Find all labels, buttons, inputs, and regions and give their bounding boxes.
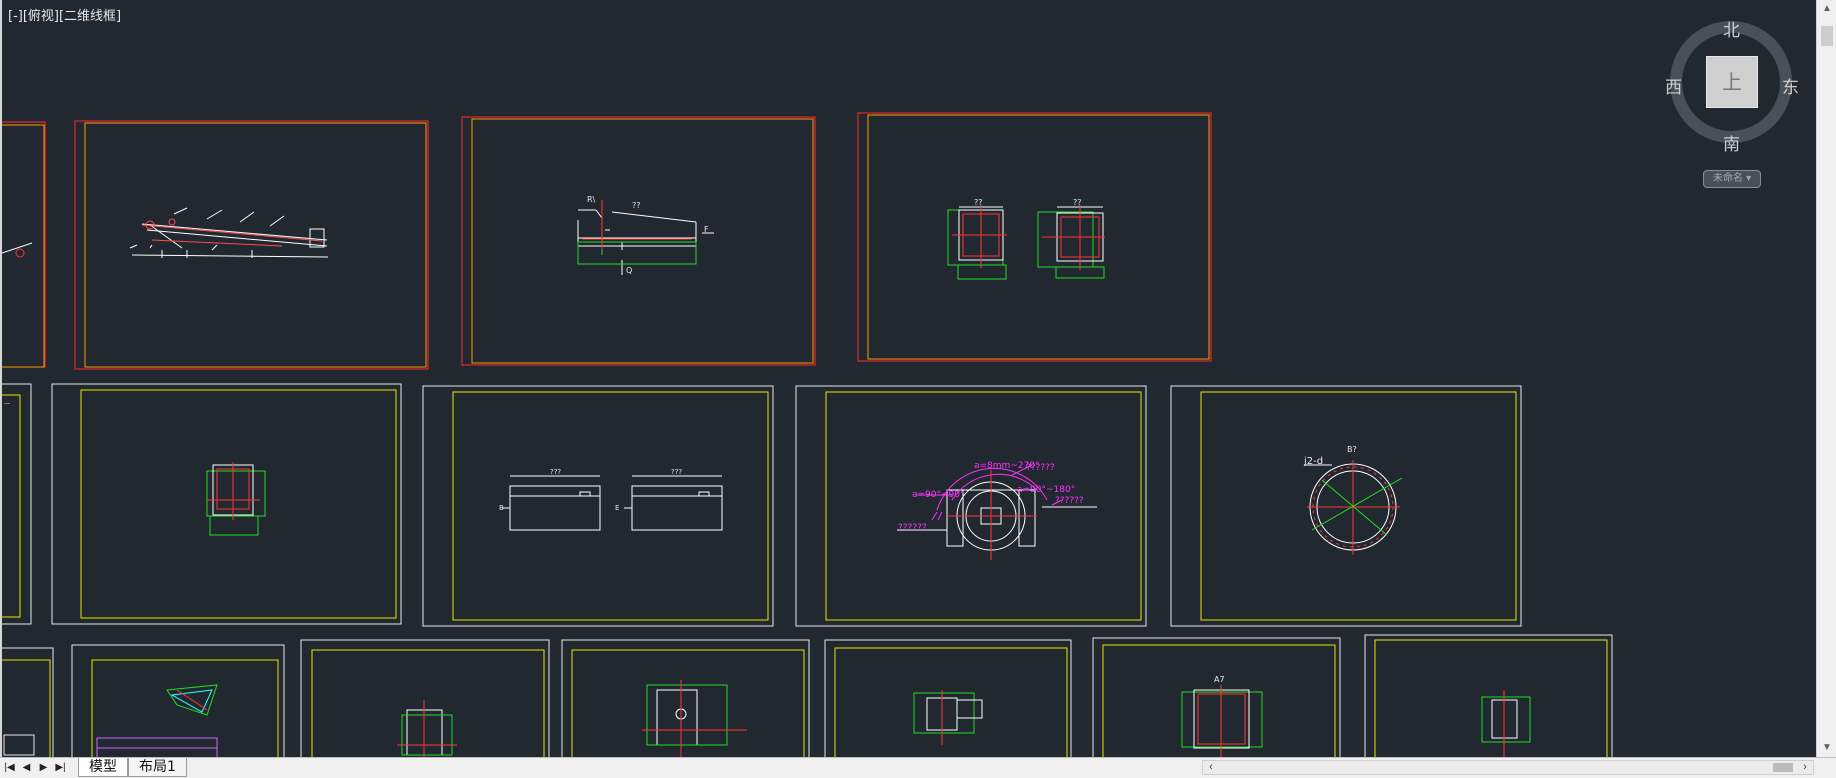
label-section-5: ???: [671, 468, 682, 476]
model-viewport[interactable]: R\ ?? F Q ?? ?? — ??? ??? B E a=8mm~270°…: [0, 0, 1816, 757]
sheet-row3-f[interactable]: A7: [1092, 637, 1341, 757]
tab-layout1[interactable]: 布局1: [128, 758, 187, 777]
sheet-sections[interactable]: ?? ??: [857, 112, 1212, 362]
label-flange: j2-d: [1303, 456, 1323, 467]
label-flange-title: B?: [1347, 445, 1357, 454]
sheet-box-section[interactable]: [51, 383, 402, 625]
sheet-row3-a[interactable]: [2, 647, 54, 757]
drawing-canvas[interactable]: R\ ?? F Q ?? ?? — ??? ??? B E a=8mm~270°…: [2, 0, 1816, 757]
label-dim-q: Q: [626, 266, 632, 275]
scroll-right-icon[interactable]: ›: [1797, 761, 1813, 774]
horizontal-scrollbar[interactable]: ‹ ›: [1202, 760, 1814, 775]
label-note-1: ??????: [1026, 463, 1055, 473]
compass-north[interactable]: 北: [1723, 16, 1740, 41]
sheet-flange[interactable]: j2-d B?: [1170, 385, 1522, 627]
viewcube[interactable]: 北 南 东 西 上 未命名 ▾: [1662, 12, 1802, 188]
sheet-side-elevations[interactable]: ??? ??? B E: [422, 385, 774, 627]
ucs-menu[interactable]: 未命名 ▾: [1703, 170, 1761, 188]
sheet-row2-a[interactable]: —: [2, 383, 32, 625]
sheet-motor-angles[interactable]: a=8mm~270° a=90°~180° a=90°~90° ?????? ?…: [795, 385, 1147, 627]
viewport-label[interactable]: [-][俯视][二维线框]: [8, 5, 121, 24]
compass-west[interactable]: 西: [1665, 73, 1682, 98]
label-section-4: ???: [550, 468, 561, 476]
label-arrow: F: [704, 225, 709, 234]
sheet-row3-e[interactable]: [824, 639, 1072, 757]
tab-model[interactable]: 模型: [78, 758, 128, 777]
sheet-row3-d[interactable]: [561, 639, 810, 757]
label-note-3: ??????: [898, 523, 927, 533]
svg-text:—: —: [4, 400, 10, 407]
layout-tab-bar: |◀ ◀ ▶ ▶| 模型 布局1 ‹ ›: [0, 757, 1836, 778]
sheet-conveyor[interactable]: [74, 120, 429, 370]
prev-tab-icon[interactable]: ◀: [20, 760, 33, 775]
next-tab-icon[interactable]: ▶: [37, 760, 50, 775]
label-section-3: ??: [1073, 198, 1082, 207]
compass-south[interactable]: 南: [1723, 130, 1740, 155]
label-b: B: [499, 504, 504, 512]
vertical-scroll-thumb[interactable]: [1821, 26, 1833, 46]
vertical-scrollbar[interactable]: ▲ ▼: [1816, 0, 1836, 757]
sheet-row3-c[interactable]: [300, 639, 550, 757]
svg-text:R\: R\: [587, 195, 596, 204]
first-tab-icon[interactable]: |◀: [3, 760, 16, 775]
label-angle-3: a=90°~90°: [912, 490, 965, 500]
scroll-up-icon[interactable]: ▲: [1817, 0, 1836, 18]
horizontal-scroll-thumb[interactable]: [1773, 763, 1793, 772]
label-e: E: [615, 504, 619, 512]
sheet-row3-b[interactable]: [71, 644, 285, 757]
scroll-left-icon[interactable]: ‹: [1203, 761, 1219, 774]
last-tab-icon[interactable]: ▶|: [54, 760, 67, 775]
viewcube-top-face[interactable]: 上: [1706, 56, 1758, 108]
label-section-1: ??: [632, 201, 641, 210]
label-note-2: ??????: [1055, 496, 1084, 506]
label-angle-2: a=90°~180°: [1017, 485, 1075, 495]
label-view-a: A7: [1214, 675, 1225, 684]
compass-east[interactable]: 东: [1782, 73, 1799, 98]
label-section-2: ??: [974, 198, 983, 207]
sheet-side-view[interactable]: R\ ?? F Q: [461, 116, 816, 366]
sheet-row1-a[interactable]: [2, 121, 46, 368]
scroll-down-icon[interactable]: ▼: [1817, 739, 1836, 757]
sheet-row3-g[interactable]: [1364, 634, 1613, 757]
